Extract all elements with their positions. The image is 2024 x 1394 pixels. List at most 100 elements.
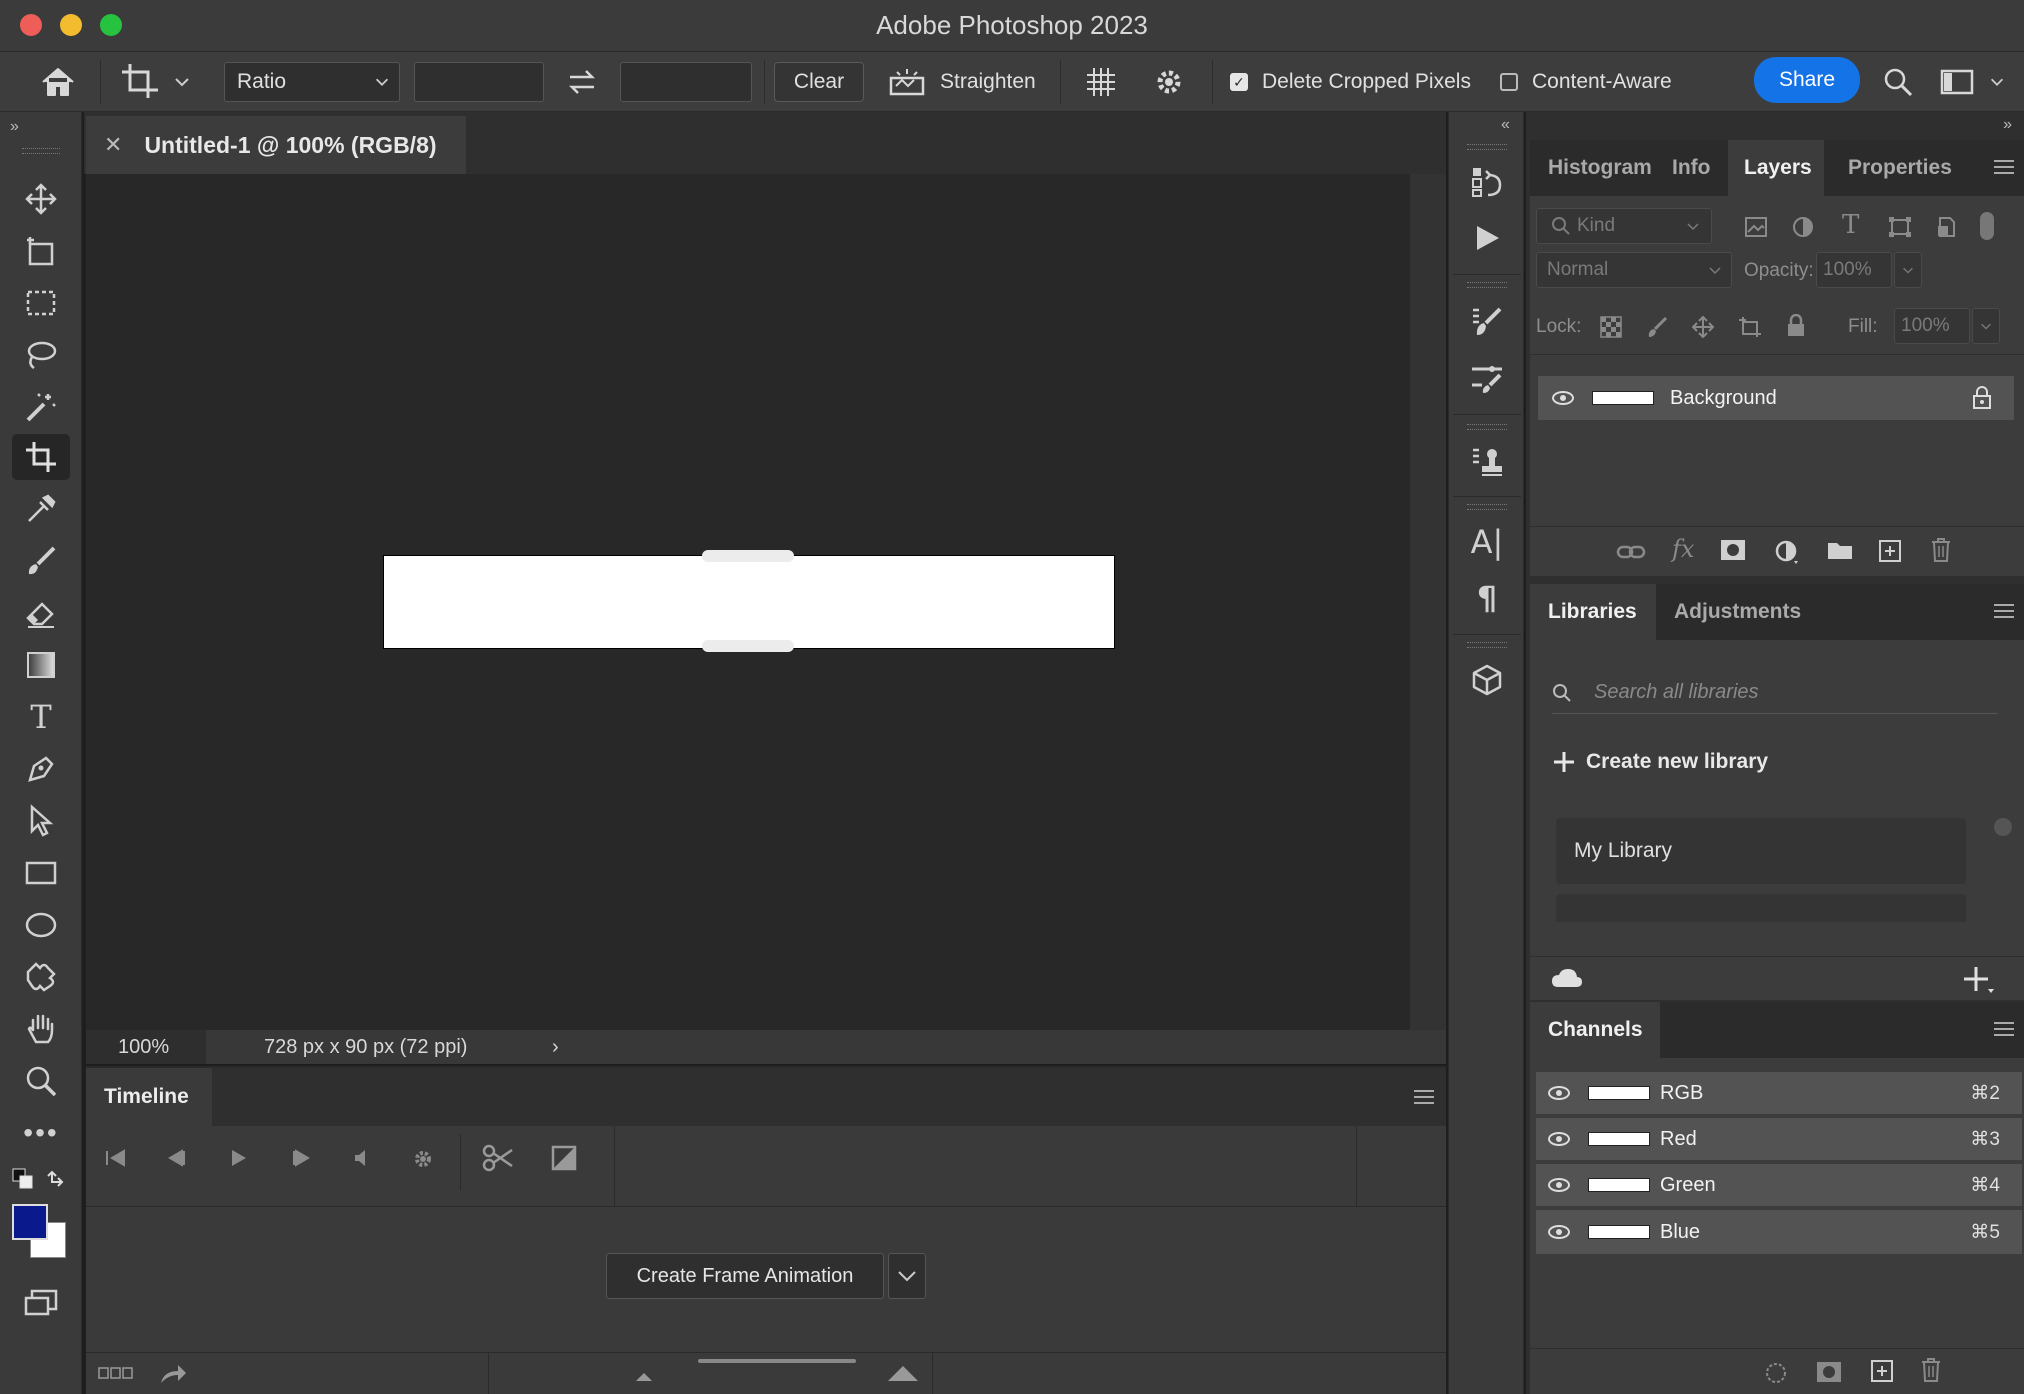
dock-history-button[interactable] <box>1467 162 1507 202</box>
create-frame-animation-button[interactable]: Create Frame Animation <box>606 1253 884 1299</box>
filter-adjustment-icon[interactable] <box>1792 216 1814 238</box>
delete-cropped-pixels-checkbox[interactable]: ✓ Delete Cropped Pixels <box>1230 62 1471 102</box>
clear-button[interactable]: Clear <box>774 62 864 102</box>
custom-shape-tool[interactable] <box>12 954 70 1000</box>
library-scrollbar-thumb[interactable] <box>1994 818 2012 836</box>
visibility-eye-icon[interactable] <box>1548 1178 1570 1192</box>
magic-wand-tool[interactable] <box>12 384 70 430</box>
visibility-eye-icon[interactable] <box>1548 1086 1570 1100</box>
share-button[interactable]: Share <box>1754 57 1860 103</box>
channel-row[interactable]: RGB ⌘2 <box>1536 1072 2022 1116</box>
swap-colors-button[interactable] <box>44 1168 66 1195</box>
libraries-panel-menu-icon[interactable] <box>1994 604 2014 618</box>
library-item-partial[interactable] <box>1556 894 1966 922</box>
new-layer-icon[interactable] <box>1878 539 1902 563</box>
filter-shape-icon[interactable] <box>1888 216 1912 238</box>
delete-layer-trash-icon[interactable] <box>1930 537 1952 563</box>
split-at-playhead-button[interactable] <box>482 1144 514 1178</box>
ratio-height-input[interactable] <box>620 62 752 102</box>
default-colors-button[interactable] <box>12 1168 34 1195</box>
crop-settings-button[interactable] <box>1152 62 1186 102</box>
tab-properties[interactable]: Properties <box>1848 140 1952 196</box>
toolbar-grip[interactable] <box>22 148 60 154</box>
visibility-eye-icon[interactable] <box>1552 391 1574 405</box>
layer-filter-kind[interactable]: Kind <box>1536 208 1712 244</box>
load-selection-icon[interactable] <box>1764 1361 1788 1385</box>
lock-all-icon[interactable] <box>1786 314 1806 338</box>
document-tab[interactable]: ✕ Untitled-1 @ 100% (RGB/8) <box>86 116 466 174</box>
adjustment-layer-icon[interactable] <box>1774 539 1800 565</box>
filter-toggle-switch[interactable] <box>1980 212 1994 240</box>
crop-preset-picker[interactable] <box>120 62 192 102</box>
zoom-level-field[interactable]: 100% <box>86 1030 206 1064</box>
filter-smart-object-icon[interactable] <box>1936 216 1958 238</box>
new-group-folder-icon[interactable] <box>1826 539 1854 561</box>
opacity-dropdown[interactable] <box>1894 252 1922 288</box>
artboard-tool[interactable] <box>12 228 70 274</box>
library-search-field[interactable]: Search all libraries <box>1552 672 1998 714</box>
straighten-button[interactable]: Straighten <box>888 62 1036 102</box>
delete-channel-trash-icon[interactable] <box>1920 1357 1942 1383</box>
channel-row[interactable]: Red ⌘3 <box>1536 1118 2022 1162</box>
gradient-tool[interactable] <box>12 642 70 688</box>
zoom-in-timeline-icon[interactable] <box>886 1363 920 1388</box>
first-frame-button[interactable] <box>104 1148 128 1174</box>
ellipse-tool[interactable] <box>12 902 70 948</box>
edit-toolbar-button[interactable]: ••• <box>12 1110 70 1156</box>
fill-dropdown[interactable] <box>1972 308 2000 344</box>
frame-animation-toggle[interactable] <box>98 1365 134 1386</box>
channel-row[interactable]: Blue ⌘5 <box>1536 1210 2022 1254</box>
crop-tool[interactable] <box>12 434 70 480</box>
lock-pixels-icon[interactable] <box>1646 316 1668 338</box>
overlay-options-button[interactable] <box>1084 62 1118 102</box>
status-menu-chevron-icon[interactable]: › <box>552 1030 559 1064</box>
lock-transparent-icon[interactable] <box>1600 316 1622 338</box>
dock-clone-source-button[interactable] <box>1467 442 1507 482</box>
dock-character-button[interactable]: A| <box>1467 522 1507 562</box>
dock-brushes-button[interactable] <box>1467 358 1507 398</box>
filter-pixel-icon[interactable] <box>1744 216 1768 238</box>
timeline-mode-dropdown[interactable] <box>888 1253 926 1299</box>
crop-handle-top[interactable] <box>702 550 794 562</box>
ratio-select[interactable]: Ratio <box>224 62 400 102</box>
add-to-library-icon[interactable] <box>1962 965 1996 995</box>
screen-mode-button[interactable] <box>12 1280 70 1326</box>
search-button[interactable] <box>1882 62 1914 102</box>
previous-frame-button[interactable] <box>164 1148 188 1174</box>
opacity-input[interactable]: 100% <box>1816 252 1892 288</box>
collapse-panels-icon[interactable]: » <box>2003 116 2012 134</box>
workspace-switcher[interactable] <box>1940 62 2006 102</box>
document-canvas[interactable] <box>383 555 1115 649</box>
fill-input[interactable]: 100% <box>1894 308 1970 344</box>
tab-layers[interactable]: Layers <box>1728 140 1824 196</box>
channel-row[interactable]: Green ⌘4 <box>1536 1164 2022 1208</box>
lock-artboard-icon[interactable] <box>1738 316 1762 338</box>
ratio-width-input[interactable] <box>414 62 544 102</box>
home-button[interactable] <box>40 62 76 102</box>
timeline-panel-menu-icon[interactable] <box>1414 1090 1434 1104</box>
add-mask-icon[interactable] <box>1720 539 1746 561</box>
canvas-area[interactable] <box>86 174 1410 1030</box>
tab-adjustments[interactable]: Adjustments <box>1674 584 1801 640</box>
dock-paragraph-button[interactable]: ¶ <box>1467 578 1507 618</box>
dock-actions-button[interactable] <box>1467 218 1507 258</box>
tab-timeline[interactable]: Timeline <box>86 1068 212 1126</box>
path-selection-tool[interactable] <box>12 798 70 844</box>
render-video-button[interactable] <box>158 1361 188 1392</box>
play-button[interactable] <box>228 1148 248 1174</box>
dock-3d-button[interactable] <box>1467 660 1507 700</box>
rectangle-tool[interactable] <box>12 850 70 896</box>
close-tab-icon[interactable]: ✕ <box>104 132 122 158</box>
channels-panel-menu-icon[interactable] <box>1994 1022 2014 1036</box>
save-selection-mask-icon[interactable] <box>1816 1361 1842 1383</box>
new-channel-icon[interactable] <box>1870 1359 1894 1383</box>
next-frame-button[interactable] <box>290 1148 314 1174</box>
timeline-zoom-slider[interactable] <box>698 1359 856 1363</box>
zoom-out-timeline-icon[interactable] <box>634 1369 654 1388</box>
lasso-tool[interactable] <box>12 332 70 378</box>
tab-channels[interactable]: Channels <box>1530 1002 1660 1058</box>
create-new-library-button[interactable]: Create new library <box>1552 750 1768 774</box>
transition-button[interactable] <box>550 1144 578 1178</box>
blend-mode-select[interactable]: Normal <box>1536 252 1732 288</box>
visibility-eye-icon[interactable] <box>1548 1225 1570 1239</box>
